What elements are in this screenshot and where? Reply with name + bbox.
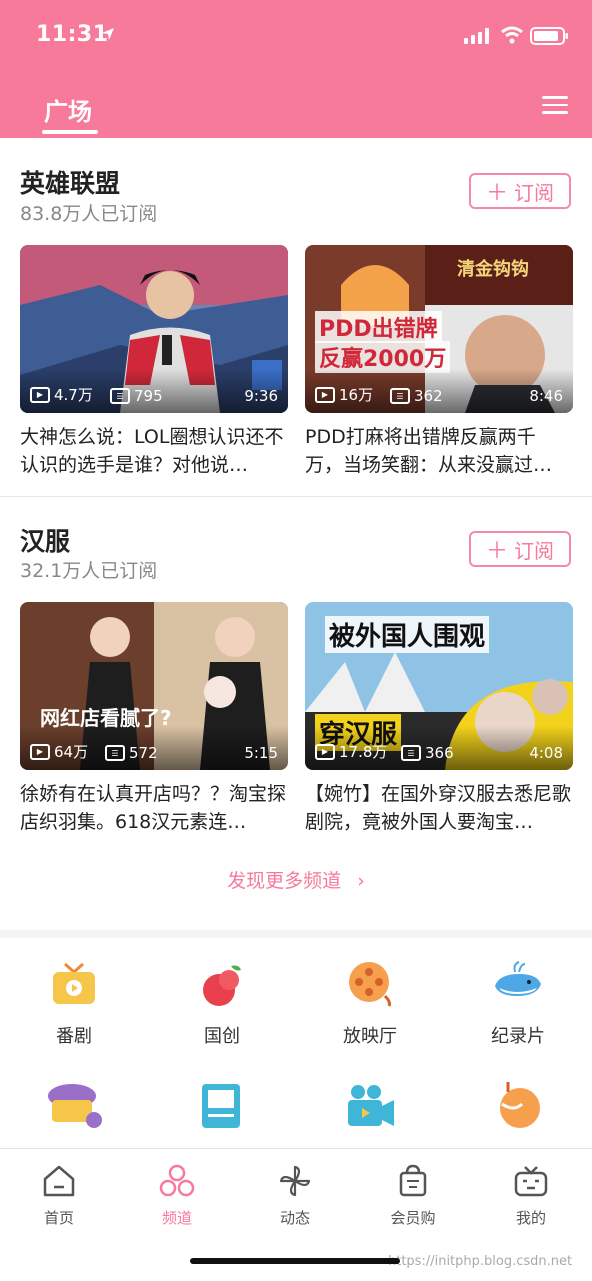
subscribe-label: 订阅 — [514, 180, 554, 205]
video-title[interactable]: 大神怎么说：LOL圈想认识还不认识的选手是谁？对他说… — [20, 423, 288, 479]
channel-icon — [159, 1164, 195, 1197]
danmaku-count: ☰ 362 — [390, 387, 443, 405]
video-duration: 5:15 — [244, 744, 278, 762]
status-time: 11:31 — [36, 22, 109, 47]
plus-icon: ＋ — [485, 181, 508, 206]
category-documentary[interactable]: 纪录片 — [444, 958, 592, 1048]
danmaku-icon: ☰ — [390, 388, 410, 404]
battery-icon — [530, 27, 568, 45]
video-duration: 8:46 — [529, 387, 563, 405]
section-title[interactable]: 汉服 — [20, 522, 70, 558]
tab-dynamic[interactable]: 动态 — [236, 1163, 354, 1228]
view-count: ▶ 64万 — [30, 741, 88, 762]
danmaku-count: ☰ 795 — [110, 387, 163, 405]
thumbnail-overlay-text: 被外国人围观 — [325, 616, 490, 653]
film-reel-icon — [349, 962, 391, 1007]
tab-channel[interactable]: 频道 — [118, 1163, 236, 1228]
tab-plaza[interactable]: 广场 — [44, 92, 92, 127]
signal-icon — [464, 28, 489, 44]
plus-icon: ＋ — [485, 539, 508, 564]
video-title[interactable]: PDD打麻将出错牌反赢两千万，当场笑翻：从来没赢过… — [305, 423, 573, 479]
category-bangumi[interactable]: 番剧 — [0, 958, 148, 1048]
play-icon: ▶ — [30, 743, 50, 760]
play-icon: ▶ — [315, 386, 335, 403]
danmaku-icon: ☰ — [401, 745, 421, 761]
video-thumbnail[interactable]: 被外国人围观 穿汉服 ▶17.8万 ☰366 4:08 — [305, 602, 573, 770]
home-indicator[interactable] — [190, 1258, 400, 1264]
beret-icon[interactable] — [46, 1078, 102, 1134]
section-gap — [0, 930, 592, 938]
video-title[interactable]: 徐娇有在认真开店吗？？淘宝探店织羽集。618汉元素连… — [20, 780, 288, 836]
category-guochuang[interactable]: 国创 — [148, 958, 296, 1048]
subscribe-button[interactable]: ＋ 订阅 — [469, 173, 571, 209]
bird-icon[interactable] — [494, 1078, 546, 1130]
tab-member-shop[interactable]: 会员购 — [354, 1163, 472, 1228]
play-icon: ▶ — [315, 743, 335, 760]
danmaku-count: ☰ 572 — [105, 744, 158, 762]
category-cinema[interactable]: 放映厅 — [296, 958, 444, 1048]
danmaku-icon: ☰ — [105, 745, 125, 761]
wifi-icon — [501, 26, 523, 44]
video-duration: 9:36 — [244, 387, 278, 405]
pinwheel-icon — [279, 1165, 311, 1197]
section-subscribers: 32.1万人已订阅 — [20, 560, 158, 582]
subscribe-label: 订阅 — [514, 538, 554, 563]
tab-home[interactable]: 首页 — [0, 1163, 118, 1228]
view-count: ▶ 16万 — [315, 384, 373, 405]
danmaku-count: ☰ 366 — [401, 744, 454, 762]
video-thumbnail[interactable]: ▶ 4.7万 ☰ 795 9:36 — [20, 245, 288, 413]
thumbnail-overlay-text: 清金钩钩 — [457, 259, 529, 280]
tab-mine[interactable]: 我的 — [472, 1163, 590, 1228]
category-row-2 — [0, 1078, 592, 1146]
article-icon[interactable] — [200, 1082, 242, 1130]
thumbnail-overlay-text: PDD出错牌 — [315, 311, 442, 343]
chevron-right-icon: › — [357, 870, 365, 892]
watermark: https://initphp.blog.csdn.net — [388, 1254, 573, 1269]
section-subscribers: 83.8万人已订阅 — [20, 203, 158, 225]
section-title[interactable]: 英雄联盟 — [20, 164, 120, 200]
danmaku-icon: ☰ — [110, 388, 130, 404]
status-bar: 11:31 — [0, 0, 592, 72]
view-count: ▶ 4.7万 — [30, 384, 93, 405]
tv-face-icon — [514, 1166, 548, 1197]
video-duration: 4:08 — [529, 744, 563, 762]
divider — [0, 496, 592, 497]
video-title[interactable]: 【婉竹】在国外穿汉服去悉尼歌剧院，竟被外国人要淘宝… — [305, 780, 573, 836]
fruit-icon — [203, 965, 241, 1006]
shopping-bag-icon — [399, 1164, 427, 1197]
discover-more-link[interactable]: 发现更多频道 › — [0, 866, 592, 893]
view-count: ▶ 17.8万 — [315, 741, 387, 762]
menu-icon[interactable] — [542, 96, 568, 116]
location-arrow-icon — [102, 28, 114, 40]
tab-indicator — [42, 130, 98, 134]
home-icon — [43, 1165, 75, 1197]
whale-icon — [495, 961, 541, 996]
video-thumbnail[interactable]: 网红店看腻了? ▶ 64万 ☰ 572 5:15 — [20, 602, 288, 770]
play-icon: ▶ — [30, 386, 50, 403]
tv-icon — [53, 962, 95, 1004]
video-camera-icon[interactable] — [344, 1082, 396, 1130]
subscribe-button[interactable]: ＋ 订阅 — [469, 531, 571, 567]
video-thumbnail[interactable]: 清金钩钩 PDD出错牌 反赢2000万 ▶ 16万 ☰ 362 8:46 — [305, 245, 573, 413]
